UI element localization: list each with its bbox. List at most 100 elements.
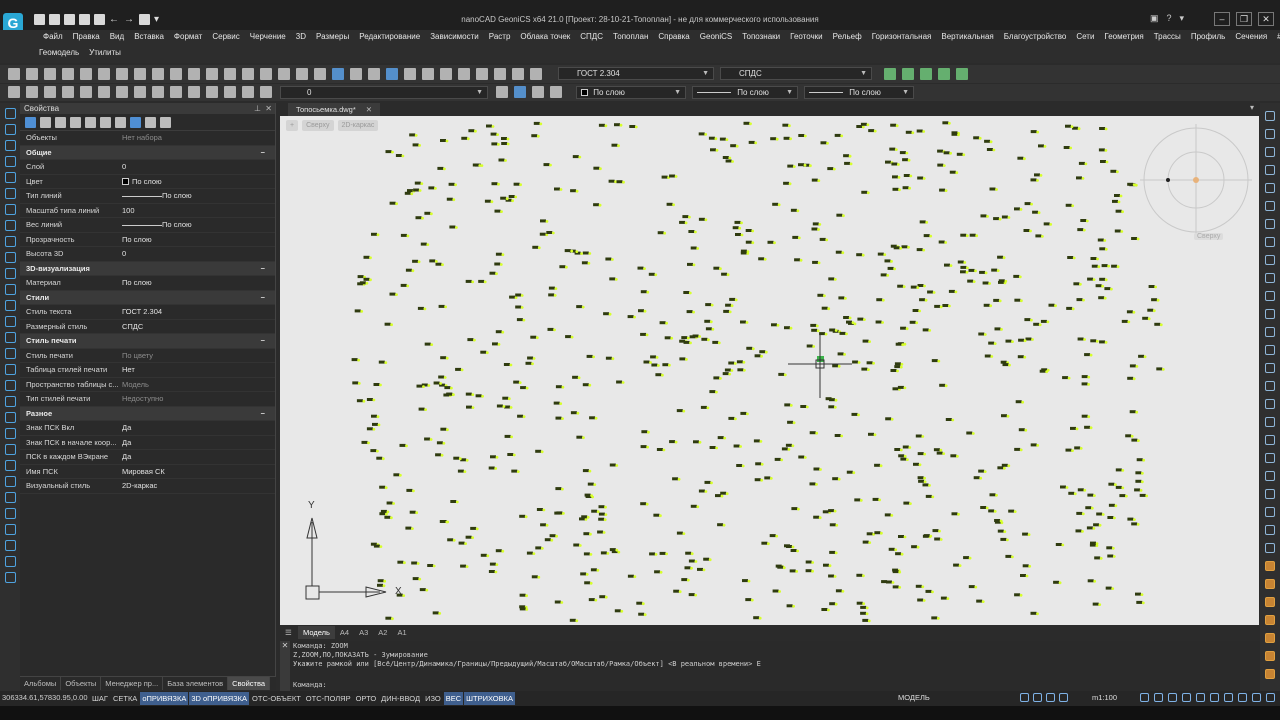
layout-tab-0[interactable]: Модель bbox=[298, 626, 335, 639]
snap-tool-14-icon[interactable] bbox=[242, 86, 254, 98]
collapse-icon[interactable]: − bbox=[261, 146, 265, 160]
new-icon[interactable] bbox=[8, 68, 20, 80]
survey-point[interactable] bbox=[729, 297, 738, 302]
survey-point[interactable] bbox=[966, 431, 975, 435]
property-value[interactable]: Мировая СК bbox=[121, 465, 275, 479]
survey-point[interactable] bbox=[549, 534, 558, 538]
survey-point[interactable] bbox=[419, 588, 429, 592]
visual-style-button[interactable]: 2D-каркас bbox=[337, 120, 379, 131]
survey-point[interactable] bbox=[582, 383, 592, 387]
survey-point[interactable] bbox=[598, 123, 608, 128]
survey-point[interactable] bbox=[1081, 382, 1090, 386]
survey-point[interactable] bbox=[692, 334, 701, 338]
survey-point[interactable] bbox=[917, 598, 926, 602]
property-value[interactable]: 0 bbox=[121, 247, 275, 261]
property-row[interactable]: Знак ПСК Вкл Да bbox=[20, 421, 275, 436]
survey-point[interactable] bbox=[385, 150, 394, 154]
survey-point[interactable] bbox=[1008, 509, 1017, 513]
survey-point[interactable] bbox=[943, 151, 952, 155]
survey-point[interactable] bbox=[475, 394, 484, 398]
modify-tool-icon[interactable] bbox=[1265, 147, 1275, 157]
survey-point[interactable] bbox=[683, 291, 692, 295]
menu-item-21[interactable]: Вертикальная bbox=[936, 30, 998, 46]
modify-tool-icon[interactable] bbox=[1265, 651, 1275, 661]
survey-point[interactable] bbox=[1024, 318, 1033, 322]
survey-point[interactable] bbox=[417, 306, 427, 311]
survey-point[interactable] bbox=[753, 439, 763, 443]
survey-point[interactable] bbox=[821, 306, 831, 311]
survey-point[interactable] bbox=[866, 361, 875, 365]
hardware-accel-icon[interactable] bbox=[1224, 693, 1233, 702]
survey-point[interactable] bbox=[938, 240, 948, 244]
survey-point[interactable] bbox=[754, 478, 764, 482]
survey-point[interactable] bbox=[666, 202, 675, 207]
survey-point[interactable] bbox=[861, 367, 870, 371]
modify-tool-icon[interactable] bbox=[1265, 183, 1275, 193]
survey-point[interactable] bbox=[835, 589, 845, 593]
survey-point[interactable] bbox=[783, 136, 792, 141]
survey-point[interactable] bbox=[576, 305, 585, 309]
survey-point[interactable] bbox=[605, 356, 615, 361]
survey-point[interactable] bbox=[393, 473, 402, 477]
survey-point[interactable] bbox=[728, 361, 737, 365]
survey-point[interactable] bbox=[725, 159, 734, 163]
survey-point[interactable] bbox=[354, 309, 364, 313]
survey-point[interactable] bbox=[917, 176, 926, 180]
survey-point[interactable] bbox=[719, 137, 729, 141]
survey-point[interactable] bbox=[812, 260, 821, 265]
survey-point[interactable] bbox=[1148, 285, 1157, 289]
undo-icon[interactable] bbox=[260, 68, 272, 80]
match-properties-icon[interactable] bbox=[224, 68, 236, 80]
modify-tool-icon[interactable] bbox=[1265, 345, 1275, 355]
survey-point[interactable] bbox=[352, 381, 361, 385]
survey-point[interactable] bbox=[713, 376, 722, 380]
survey-point[interactable] bbox=[531, 134, 540, 138]
survey-point[interactable] bbox=[812, 222, 822, 226]
survey-point[interactable] bbox=[605, 257, 614, 261]
survey-point[interactable] bbox=[754, 354, 763, 358]
survey-point[interactable] bbox=[501, 137, 510, 141]
draw-tool-icon[interactable] bbox=[4, 252, 16, 263]
property-row[interactable]: Стиль текста ГОСТ 2.304 bbox=[20, 305, 275, 320]
draw-tool-icon[interactable] bbox=[4, 156, 16, 167]
survey-point[interactable] bbox=[449, 225, 458, 229]
survey-point[interactable] bbox=[440, 139, 449, 143]
snap-tool-12-icon[interactable] bbox=[206, 86, 218, 98]
open-icon[interactable] bbox=[26, 68, 38, 80]
survey-point[interactable] bbox=[649, 552, 658, 556]
survey-point[interactable] bbox=[819, 237, 829, 242]
property-value[interactable]: Недоступно bbox=[121, 392, 275, 406]
geonics-tool-4-icon[interactable] bbox=[938, 68, 950, 80]
survey-point[interactable] bbox=[1105, 586, 1115, 590]
color-select[interactable]: По слою ▼ bbox=[576, 86, 686, 99]
survey-point[interactable] bbox=[1048, 303, 1057, 308]
survey-point[interactable] bbox=[709, 446, 718, 450]
survey-point[interactable] bbox=[851, 412, 860, 417]
survey-point[interactable] bbox=[516, 318, 526, 322]
property-value[interactable]: ГОСТ 2.304 bbox=[121, 305, 275, 319]
pan-icon[interactable] bbox=[296, 68, 308, 80]
survey-point[interactable] bbox=[433, 381, 442, 385]
survey-point[interactable] bbox=[409, 510, 419, 515]
survey-point[interactable] bbox=[495, 252, 505, 257]
property-row[interactable]: Знак ПСК в начале коор... Да bbox=[20, 436, 275, 450]
publish-icon[interactable] bbox=[134, 68, 146, 80]
survey-point[interactable] bbox=[759, 350, 768, 354]
survey-point[interactable] bbox=[923, 534, 933, 538]
survey-point[interactable] bbox=[994, 327, 1003, 331]
draw-tool-icon[interactable] bbox=[4, 364, 16, 375]
survey-point[interactable] bbox=[1136, 458, 1146, 462]
survey-point[interactable] bbox=[1077, 488, 1087, 492]
survey-point[interactable] bbox=[489, 271, 498, 276]
menu-item-25[interactable]: Трассы bbox=[1149, 30, 1186, 46]
survey-point[interactable] bbox=[698, 489, 708, 493]
survey-point[interactable] bbox=[894, 448, 903, 452]
survey-point[interactable] bbox=[460, 564, 469, 568]
status-toggle-5[interactable]: ОТС-ПОЛЯР bbox=[304, 692, 353, 705]
draw-tool-icon[interactable] bbox=[4, 508, 16, 519]
modify-tool-icon[interactable] bbox=[1265, 237, 1275, 247]
survey-point[interactable] bbox=[583, 552, 593, 556]
survey-point[interactable] bbox=[950, 454, 959, 458]
survey-point[interactable] bbox=[1040, 319, 1050, 324]
menu-item-4[interactable]: Формат bbox=[169, 30, 207, 46]
